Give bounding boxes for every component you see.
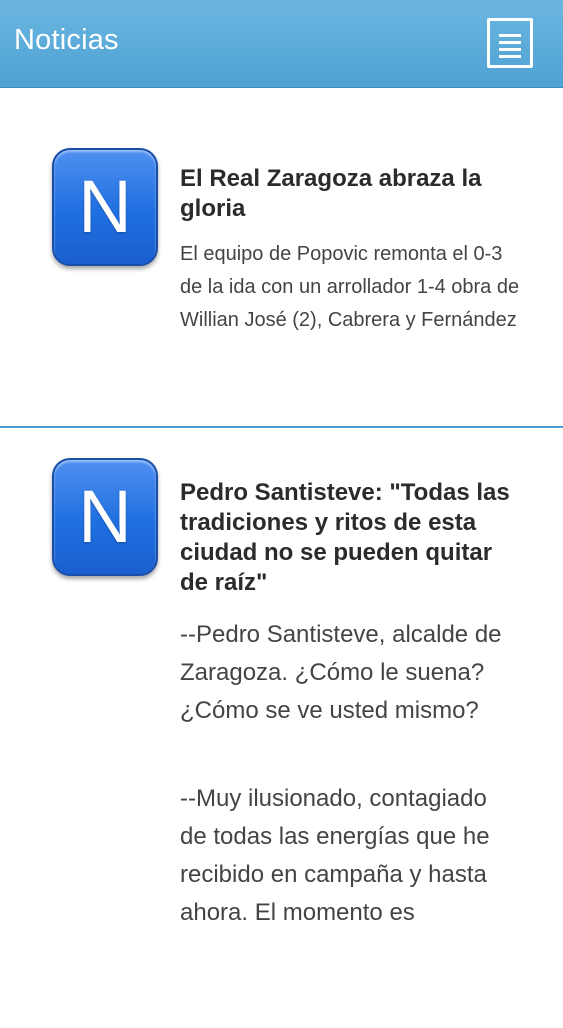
news-list: N El Real Zaragoza abraza la gloria El e…	[0, 88, 563, 1028]
news-app-icon: N	[52, 458, 158, 576]
news-text: Pedro Santisteve: "Todas las tradiciones…	[180, 478, 520, 932]
news-icon-letter: N	[78, 165, 132, 248]
news-paragraph: --Muy ilusionado, contagiado de todas la…	[180, 785, 490, 926]
news-app-icon: N	[52, 148, 158, 266]
menu-button[interactable]	[487, 18, 533, 68]
news-item[interactable]: N Pedro Santisteve: "Todas las tradicion…	[0, 428, 563, 1028]
app-header: Noticias	[0, 0, 563, 88]
menu-icon-line	[499, 55, 521, 58]
news-icon-letter: N	[78, 475, 132, 558]
news-item[interactable]: N El Real Zaragoza abraza la gloria El e…	[0, 88, 563, 428]
news-summary: El equipo de Popovic remonta el 0-3 de l…	[180, 243, 520, 331]
menu-icon-line	[499, 41, 521, 44]
menu-icon-line	[499, 48, 521, 51]
news-title[interactable]: Pedro Santisteve: "Todas las tradiciones…	[180, 478, 520, 598]
news-text: El Real Zaragoza abraza la gloria El equ…	[180, 164, 520, 337]
news-paragraph: --Pedro Santisteve, alcalde de Zaragoza.…	[180, 621, 502, 724]
menu-icon-line	[499, 34, 521, 37]
page-title: Noticias	[14, 24, 119, 56]
news-title[interactable]: El Real Zaragoza abraza la gloria	[180, 164, 520, 224]
